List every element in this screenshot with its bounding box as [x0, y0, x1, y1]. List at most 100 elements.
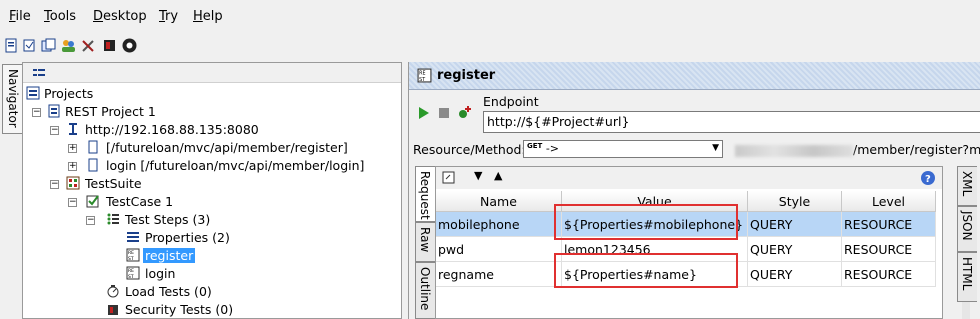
users-icon[interactable] — [60, 37, 77, 54]
editor-title: register — [437, 68, 496, 83]
tree-resource-register-label: [/futureloan/mvc/api/member/register] — [106, 140, 348, 155]
tools-icon[interactable] — [80, 37, 97, 54]
endpoint-input[interactable]: http://${#Project#url} — [483, 111, 980, 133]
add-assertion-icon[interactable] — [458, 104, 474, 120]
load-tests-icon — [107, 285, 119, 298]
menu-tools[interactable]: Tools — [44, 9, 76, 24]
tree-testcase[interactable]: − TestCase 1 — [26, 193, 396, 211]
help-icon[interactable]: ? — [920, 170, 936, 186]
method-value: -> — [545, 142, 559, 155]
tree-test-steps-label: Test Steps (3) — [125, 212, 211, 227]
new-project-icon[interactable] — [3, 37, 20, 54]
tab-json[interactable]: JSON — [957, 206, 977, 252]
svg-text:ST: ST — [419, 77, 425, 83]
column-header-style[interactable]: Style — [748, 191, 842, 212]
svg-text:ST: ST — [128, 274, 134, 280]
cell-name[interactable]: mobilephone — [436, 212, 562, 237]
navigator-tab[interactable]: Navigator — [2, 64, 22, 134]
collapse-toggle[interactable]: − — [68, 198, 77, 207]
add-param-icon[interactable] — [442, 171, 455, 184]
move-up-icon[interactable]: ▲ — [494, 169, 502, 182]
tree-step-login[interactable]: RE ST login — [26, 265, 396, 283]
collapse-toggle[interactable]: − — [50, 180, 59, 189]
expand-toggle[interactable]: + — [68, 144, 77, 153]
main-toolbar — [0, 34, 980, 60]
tree-projects[interactable]: Projects — [26, 85, 396, 103]
tree-load-tests[interactable]: Load Tests (0) — [26, 283, 396, 301]
tree-testcase-label: TestCase 1 — [106, 194, 174, 209]
rest-request-icon: REST — [126, 266, 140, 280]
cell-level[interactable]: RESOURCE — [842, 262, 936, 287]
tree-rest-project-label: REST Project 1 — [65, 104, 156, 119]
collapse-toggle[interactable]: − — [32, 108, 41, 117]
tree-step-login-label: login — [145, 266, 176, 281]
projects-icon — [26, 86, 40, 100]
tree-testsuite[interactable]: − TestSuite — [26, 175, 396, 193]
tree-resource-login[interactable]: + login [/futureloan/mvc/api/member/logi… — [26, 157, 396, 175]
menu-help[interactable]: Help — [193, 9, 223, 24]
highlight-box — [554, 204, 738, 240]
method-badge: GET — [527, 142, 543, 150]
tree-security-tests[interactable]: Security Tests (0) — [26, 301, 396, 319]
svg-text:?: ? — [925, 174, 931, 185]
testcase-icon — [86, 195, 99, 208]
request-tabs: Request Raw Outline — [415, 166, 435, 319]
collapse-toggle[interactable]: − — [50, 126, 59, 135]
column-header-name[interactable]: Name — [436, 191, 562, 212]
import-project-icon[interactable] — [21, 37, 38, 54]
svg-text:RE: RE — [419, 70, 425, 76]
tree-rest-project[interactable]: − REST Project 1 — [26, 103, 396, 121]
resource-icon — [88, 158, 98, 172]
cell-style[interactable]: QUERY — [748, 212, 842, 237]
navigator-panel: Projects − REST Project 1 − http://192.1… — [22, 62, 402, 319]
cell-name[interactable]: regname — [436, 262, 562, 287]
cell-style[interactable]: QUERY — [748, 262, 842, 287]
tree-load-tests-label: Load Tests (0) — [125, 284, 212, 299]
tab-outline[interactable]: Outline — [415, 262, 435, 319]
move-down-icon[interactable]: ▼ — [474, 169, 482, 182]
resource-icon — [88, 140, 98, 154]
cell-level[interactable]: RESOURCE — [842, 237, 936, 262]
menu-bar: File Tools Desktop Try Help — [0, 0, 980, 34]
tab-html[interactable]: HTML — [957, 252, 977, 302]
menu-desktop[interactable]: Desktop — [93, 9, 147, 24]
tree-test-steps[interactable]: − Test Steps (3) — [26, 211, 396, 229]
params-table: ▼ ▲ ? Name Value Style Level mobilephone… — [435, 166, 970, 319]
tree-step-register[interactable]: RE ST register — [26, 247, 396, 265]
tab-xml[interactable]: XML — [957, 166, 977, 206]
cell-name[interactable]: pwd — [436, 237, 562, 262]
blurred-region — [735, 144, 853, 157]
tree-security-tests-label: Security Tests (0) — [125, 302, 234, 317]
security-icon[interactable] — [101, 37, 118, 54]
tree-resource-register[interactable]: + [/futureloan/mvc/api/member/register] — [26, 139, 396, 157]
collapse-toggle[interactable]: − — [86, 216, 95, 225]
cell-style[interactable]: QUERY — [748, 237, 842, 262]
svg-text:RE: RE — [128, 268, 134, 274]
tree-rest-service[interactable]: − http://192.168.88.135:8080 — [26, 121, 396, 139]
collapse-all-icon[interactable] — [32, 66, 46, 80]
rest-project-icon — [48, 104, 60, 118]
editor-title-bar: RE ST register — [409, 62, 980, 90]
tree-host-label: http://192.168.88.135:8080 — [85, 122, 259, 137]
menu-try[interactable]: Try — [159, 9, 178, 24]
tab-request[interactable]: Request — [415, 166, 435, 222]
endpoint-label: Endpoint — [483, 94, 539, 109]
rest-request-icon: REST — [126, 248, 140, 262]
preferences-icon[interactable] — [121, 37, 138, 54]
tree-step-register-label: register — [143, 248, 196, 263]
tree-properties[interactable]: Properties (2) — [26, 229, 396, 247]
expand-toggle[interactable]: + — [68, 162, 77, 171]
tree-resource-login-label: login [/futureloan/mvc/api/member/login] — [106, 158, 365, 173]
cell-level[interactable]: RESOURCE — [842, 212, 936, 237]
security-tests-icon — [108, 305, 118, 315]
menu-file[interactable]: File — [9, 9, 31, 24]
column-header-level[interactable]: Level — [842, 191, 936, 212]
resource-method-select[interactable]: GET -> ▼ — [523, 140, 723, 158]
test-steps-icon — [107, 213, 119, 225]
stop-icon[interactable] — [438, 107, 450, 119]
run-icon[interactable] — [418, 106, 430, 120]
save-all-icon[interactable] — [40, 37, 57, 54]
response-tabs: XML JSON HTML — [957, 166, 977, 319]
tab-raw[interactable]: Raw — [415, 222, 435, 262]
svg-text:ST: ST — [128, 256, 134, 262]
